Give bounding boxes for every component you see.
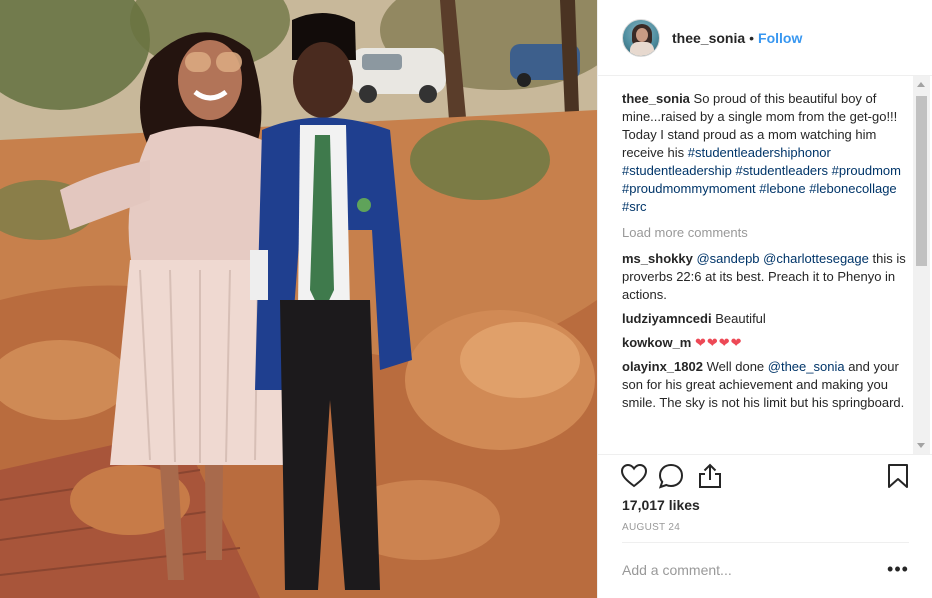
follow-button[interactable]: Follow [758,30,802,46]
post-caption: thee_sonia So proud of this beautiful bo… [622,90,907,216]
post-date: AUGUST 24 [622,522,681,533]
scroll-thumb[interactable] [916,96,927,266]
hashtag-lebone[interactable]: #lebone [759,181,805,196]
comment-text: Well done [706,359,768,374]
divider [598,454,932,455]
scroll-down-arrow-icon[interactable] [917,443,925,448]
hashtag-proudmommymoment[interactable]: #proudmommymoment [622,181,756,196]
comment-mention[interactable]: @sandepb [696,251,759,266]
hashtag-src[interactable]: #src [622,199,647,214]
comment-item: ludziyamncedi Beautiful [622,310,907,328]
bookmark-icon[interactable] [884,462,912,490]
post-actions-bar [614,458,919,494]
post-side-panel: thee_sonia • Follow thee_sonia So proud … [597,0,932,598]
hashtag-lebonecollage[interactable]: #lebonecollage [809,181,896,196]
comment-username[interactable]: ludziyamncedi [622,311,712,326]
comments-scrollbar[interactable] [913,76,930,454]
caption-username[interactable]: thee_sonia [622,91,690,106]
more-options-icon[interactable]: ••• [886,558,910,580]
add-comment-input[interactable] [622,558,872,582]
comment-item: ms_shokky @sandepb @charlottesegage this… [622,250,907,304]
comment-mention[interactable]: @charlottesegage [763,251,869,266]
hashtag-proudmom[interactable]: #proudmom [832,163,901,178]
avatar[interactable] [622,18,660,57]
load-more-comments-button[interactable]: Load more comments [622,224,907,242]
comment-mention[interactable]: @thee_sonia [768,359,845,374]
comment-username[interactable]: kowkow_m [622,335,691,350]
share-icon[interactable] [696,462,724,490]
comment-username[interactable]: ms_shokky [622,251,693,266]
hashtag-studentleaders[interactable]: #studentleaders [735,163,828,178]
post-header: thee_sonia • Follow [598,0,932,76]
comment-item: kowkow_m ❤❤❤❤ [622,334,907,352]
scroll-up-arrow-icon[interactable] [917,82,925,87]
heart-icon[interactable] [620,462,648,490]
comment-icon[interactable] [657,462,685,490]
post-photo-art [0,0,597,598]
comment-text: Beautiful [715,311,766,326]
comment-item: olayinx_1802 Well done @thee_sonia and y… [622,358,907,412]
comment-username[interactable]: olayinx_1802 [622,359,703,374]
comment-hearts: ❤❤❤❤ [694,335,743,350]
divider [622,542,909,543]
post-photo[interactable] [0,0,597,598]
comments-list[interactable]: thee_sonia So proud of this beautiful bo… [622,90,907,452]
hashtag-studentleadership[interactable]: #studentleadership [622,163,732,178]
post-author-username[interactable]: thee_sonia [672,30,745,46]
header-separator: • [749,29,755,46]
likes-count[interactable]: 17,017 likes [622,497,700,513]
hashtag-studentleadershiphonor[interactable]: #studentleadershiphonor [688,145,831,160]
